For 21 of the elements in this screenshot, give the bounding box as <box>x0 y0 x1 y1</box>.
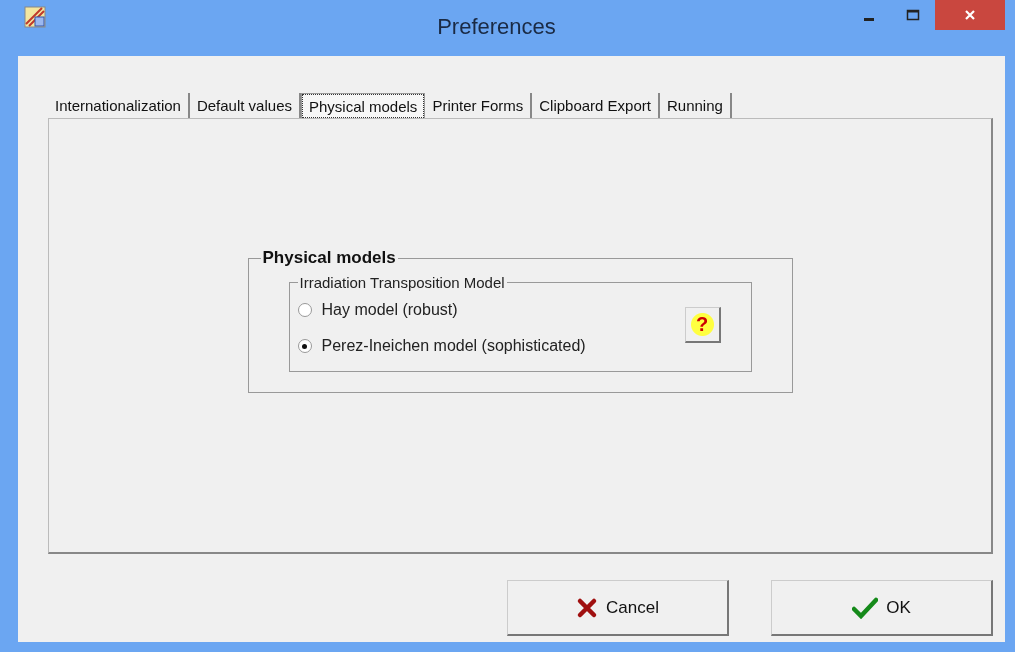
help-button[interactable]: ? <box>684 307 721 343</box>
radio-label[interactable]: Perez-Ineichen model (sophisticated) <box>321 337 586 355</box>
tab[interactable]: Printer Forms <box>425 93 533 118</box>
radio-button[interactable] <box>297 339 312 353</box>
window-title: Preferences <box>436 14 556 40</box>
app-icon <box>24 6 46 28</box>
cancel-button[interactable]: Cancel <box>507 580 729 636</box>
check-icon <box>852 596 879 619</box>
close-icon <box>963 8 977 22</box>
group-title: Physical models <box>261 248 397 268</box>
tab[interactable]: Clipboard Export <box>532 93 660 118</box>
tab[interactable]: Physical models <box>301 93 426 119</box>
radio-label[interactable]: Hay model (robust) <box>321 301 458 319</box>
tab[interactable]: Running <box>659 93 732 118</box>
minimize-icon <box>864 17 874 21</box>
group-title: Irradiation Transposition Model <box>298 274 506 291</box>
tab[interactable]: Internationalization <box>48 93 190 118</box>
maximize-icon <box>906 8 920 22</box>
radio-button[interactable] <box>297 303 312 317</box>
cross-icon <box>576 596 599 619</box>
ok-button[interactable]: OK <box>771 580 993 636</box>
